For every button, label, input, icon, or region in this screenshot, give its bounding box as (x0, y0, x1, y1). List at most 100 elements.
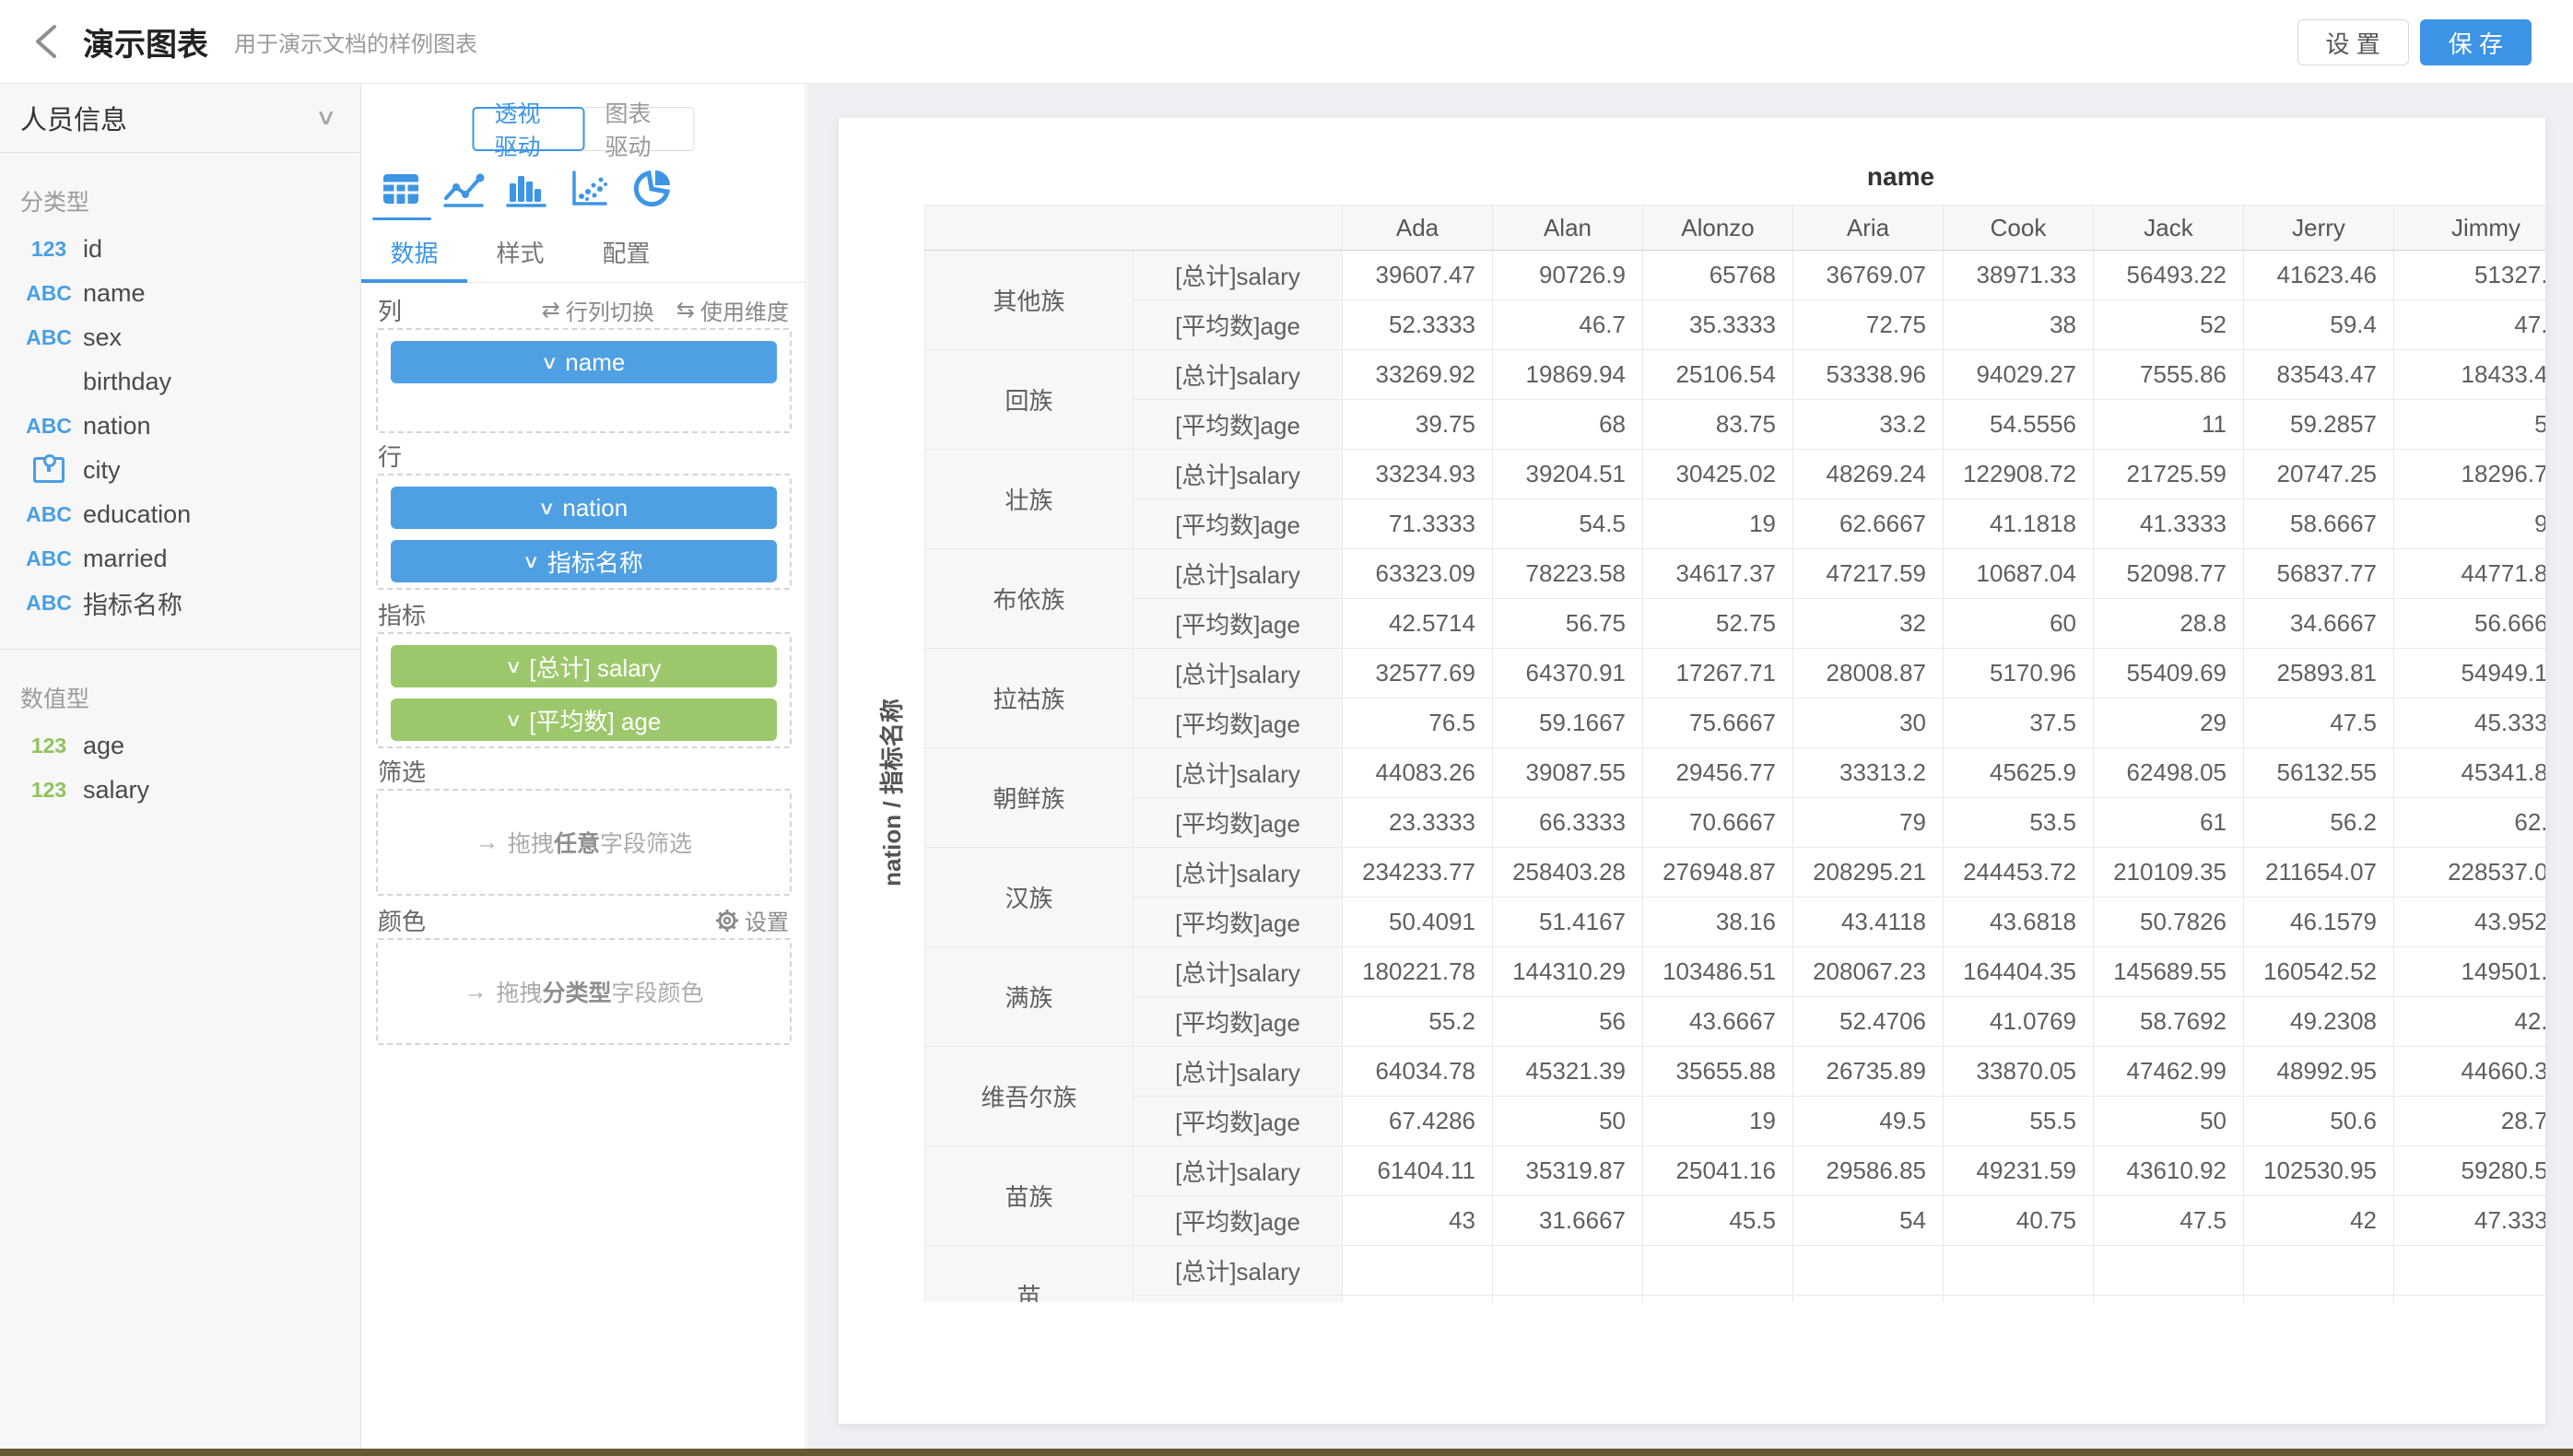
value-cell: 91 (2394, 499, 2546, 549)
mode-chart-button[interactable]: 图表驱动 (585, 107, 695, 151)
scatter-chart-icon[interactable] (568, 168, 610, 210)
value-cell: 19869.94 (1493, 350, 1643, 400)
metrics-dropzone[interactable]: ∨[总计] salary ∨[平均数] age (376, 632, 792, 748)
metric-label-cell: [平均数]age (1134, 798, 1343, 848)
value-cell: 60 (1944, 599, 2094, 649)
value-cell: 103486.51 (1643, 947, 1793, 997)
value-cell: 54.5 (1493, 499, 1643, 549)
value-cell: 30 (1793, 699, 1944, 748)
field-item-city[interactable]: city (0, 448, 360, 492)
rows-label: 行 (378, 439, 402, 473)
value-cell: 5170.96 (1944, 649, 2094, 699)
value-cell: 59.2857 (2244, 400, 2394, 450)
value-cell: 46.1579 (2244, 898, 2394, 947)
value-cell: 40.75 (1944, 1196, 2094, 1246)
use-dimension-link[interactable]: ⇆使用维度 (676, 294, 789, 326)
color-dropzone[interactable]: → 拖拽分类型字段颜色 (376, 938, 792, 1045)
value-cell (2244, 1296, 2394, 1303)
value-cell: 54949.16 (2394, 649, 2546, 699)
field-item-name[interactable]: ABCname (0, 271, 360, 315)
value-cell: 51327.5 (2394, 251, 2546, 300)
pie-chart-icon[interactable] (630, 168, 673, 210)
sidebar-divider (0, 649, 360, 650)
metric-label-cell: [平均数]age (1134, 898, 1343, 947)
nation-label-cell: 朝鲜族 (925, 748, 1134, 848)
value-cell: 59280.52 (2394, 1146, 2546, 1196)
field-pill-[总计] salary[interactable]: ∨[总计] salary (391, 645, 777, 687)
field-pill-nation[interactable]: ∨nation (391, 487, 777, 529)
value-cell: 94029.27 (1944, 350, 2094, 400)
mode-pivot-button[interactable]: 透视驱动 (473, 107, 585, 151)
color-settings-link[interactable]: 设置 (715, 904, 789, 936)
pivot-row: 维吾尔族[总计]salary64034.7845321.3935655.8826… (925, 1047, 2546, 1097)
back-button[interactable] (26, 19, 66, 64)
value-cell: 32 (1793, 599, 1944, 649)
field-item-age[interactable]: 123age (0, 723, 360, 768)
value-cell: 56837.77 (2244, 549, 2394, 599)
metric-label-cell: [平均数]age (1134, 400, 1343, 450)
value-cell: 50 (2094, 1097, 2244, 1146)
line-chart-icon[interactable] (442, 168, 485, 210)
nation-label-cell: 拉祜族 (925, 649, 1134, 748)
text-type-icon: ABC (22, 281, 76, 306)
value-cell: 244453.72 (1944, 848, 2094, 898)
pivot-row: 朝鲜族[总计]salary44083.2639087.5529456.77333… (925, 748, 2546, 798)
value-cell: 39204.51 (1493, 450, 1643, 499)
value-cell: 55.5 (1944, 1097, 2094, 1146)
numeric-field-list: 123age123salary (0, 723, 360, 812)
field-label: education (83, 500, 191, 529)
value-cell: 21725.59 (2094, 450, 2244, 499)
field-pill-指标名称[interactable]: ∨指标名称 (391, 540, 777, 582)
tab-data[interactable]: 数据 (361, 230, 467, 282)
value-cell: 18296.74 (2394, 450, 2546, 499)
value-cell: 78223.58 (1493, 549, 1643, 599)
value-cell: 19 (1643, 1097, 1793, 1146)
pivot-col-header-Ada: Ada (1343, 205, 1493, 251)
value-cell (1643, 1296, 1793, 1303)
settings-button[interactable]: 设 置 (2297, 19, 2409, 65)
value-cell: 38 (1944, 300, 2094, 350)
field-item-birthday[interactable]: birthday (0, 359, 360, 404)
save-button[interactable]: 保 存 (2420, 19, 2532, 65)
nation-label-cell: 满族 (925, 947, 1134, 1047)
columns-section-header: 列 ⇄行列切换 ⇆使用维度 (378, 293, 789, 327)
value-cell: 56.2 (2244, 798, 2394, 848)
table-chart-icon[interactable] (380, 168, 422, 210)
field-item-id[interactable]: 123id (0, 227, 360, 271)
field-pill-[平均数] age[interactable]: ∨[平均数] age (391, 699, 777, 741)
value-cell (1343, 1296, 1493, 1303)
field-item-salary[interactable]: 123salary (0, 768, 360, 812)
value-cell: 83543.47 (2244, 350, 2394, 400)
value-cell: 70.6667 (1643, 798, 1793, 848)
field-item-指标名称[interactable]: ABC指标名称 (0, 581, 360, 625)
field-item-education[interactable]: ABCeducation (0, 492, 360, 536)
field-item-nation[interactable]: ABCnation (0, 404, 360, 448)
chevron-down-icon: ∨ (504, 655, 522, 678)
top-bar: 演示图表 用于演示文档的样例图表 设 置 保 存 (0, 0, 2573, 84)
bar-chart-icon[interactable] (505, 168, 547, 210)
tab-style[interactable]: 样式 (467, 230, 573, 282)
value-cell: 45.5 (1643, 1196, 1793, 1246)
columns-dropzone[interactable]: ∨name (376, 328, 792, 433)
value-cell: 53338.96 (1793, 350, 1944, 400)
swap-rows-columns-link[interactable]: ⇄行列切换 (542, 294, 654, 326)
value-cell: 47462.99 (2094, 1047, 2244, 1097)
field-item-sex[interactable]: ABCsex (0, 315, 360, 359)
value-cell: 258403.28 (1493, 848, 1643, 898)
number-type-icon: 123 (22, 778, 76, 803)
metric-label-cell: [平均数]age (1134, 499, 1343, 549)
field-label: birthday (83, 368, 171, 396)
value-cell: 45321.39 (1493, 1047, 1643, 1097)
tab-config[interactable]: 配置 (573, 230, 679, 282)
dataset-selector[interactable]: 人员信息 ∨ (0, 83, 360, 153)
filter-dropzone[interactable]: → 拖拽任意字段筛选 (376, 789, 792, 896)
value-cell: 160542.52 (2244, 947, 2394, 997)
field-item-married[interactable]: ABCmarried (0, 536, 360, 581)
categorical-field-list: 123idABCnameABCsexbirthdayABCnationcityA… (0, 227, 360, 625)
value-cell: 66.3333 (1493, 798, 1643, 848)
value-cell: 48992.95 (2244, 1047, 2394, 1097)
value-cell: 52 (2094, 300, 2244, 350)
rows-dropzone[interactable]: ∨nation ∨指标名称 (376, 474, 792, 590)
field-pill-name[interactable]: ∨name (391, 341, 777, 383)
pivot-row-axis-title: nation / 指标名称 (874, 654, 901, 931)
